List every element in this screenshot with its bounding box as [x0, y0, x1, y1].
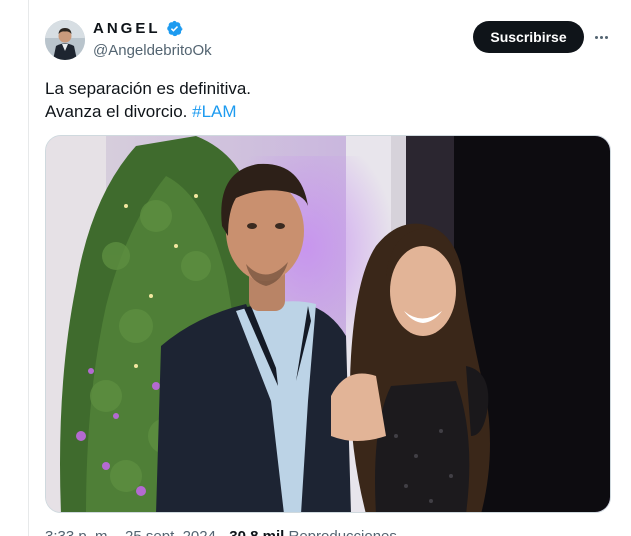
post-view-count: 30,8 mil [229, 528, 284, 536]
author-handle[interactable]: @AngeldebritoOk [93, 42, 212, 59]
post-timestamp[interactable]: 3:33 p. m. · 25 sept. 2024 · [45, 528, 229, 536]
post-text-line-2-prefix: Avanza el divorcio. [45, 102, 193, 121]
profile-avatar[interactable] [45, 20, 85, 60]
subscribe-button[interactable]: Suscribirse [473, 21, 584, 53]
post-views-label: Reproducciones [284, 528, 396, 536]
post-meta: 3:33 p. m. · 25 sept. 2024 · 30,8 mil Re… [45, 528, 397, 536]
author-name-row[interactable]: ANGEL [93, 20, 183, 37]
author-display-name[interactable]: ANGEL [93, 20, 161, 37]
verified-badge-icon[interactable] [166, 20, 183, 37]
post-text: La separación es definitiva. Avanza el d… [45, 77, 585, 123]
hashtag-link[interactable]: #LAM [192, 102, 236, 121]
more-options-icon[interactable] [590, 27, 612, 47]
post-photo[interactable] [45, 135, 611, 513]
post-text-line-1: La separación es definitiva. [45, 79, 252, 98]
post-text-line-2: Avanza el divorcio. #LAM [45, 100, 585, 123]
